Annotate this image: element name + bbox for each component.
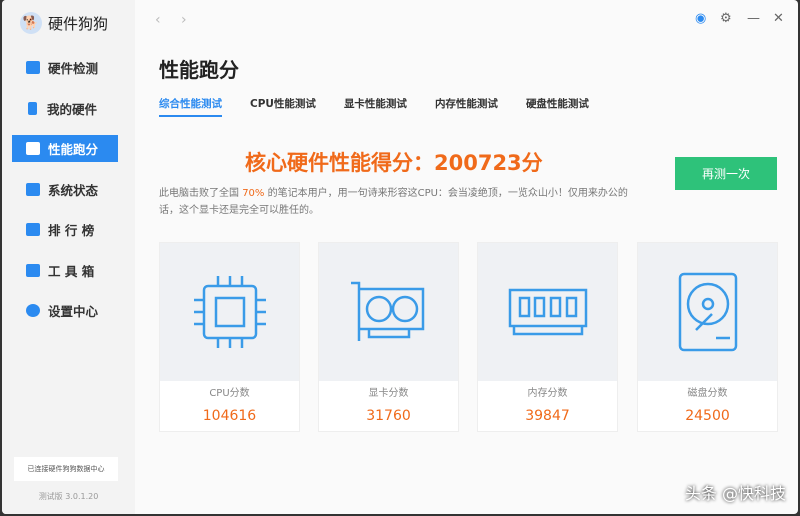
memory-icon: [508, 288, 587, 336]
card-label: 显卡分数: [368, 388, 409, 399]
forward-icon[interactable]: ›: [181, 12, 187, 28]
disk-score-card: 磁盘分数 24500: [637, 242, 778, 432]
connection-status: 已连接硬件狗狗数据中心: [14, 457, 118, 481]
page-title: 性能跑分: [159, 58, 239, 82]
card-value: 104616: [202, 408, 257, 424]
tab-cpu[interactable]: CPU性能测试: [250, 96, 316, 117]
sidebar-item-label: 硬件检测: [48, 61, 99, 76]
sidebar-item-label: 排 行 榜: [48, 223, 95, 238]
bar-chart-icon: [26, 223, 40, 236]
sidebar-item-benchmark[interactable]: 性能跑分: [12, 135, 118, 162]
user-icon[interactable]: ◉: [695, 11, 706, 26]
version-label: 测试版 3.0.1.20: [38, 492, 99, 501]
card-label: 磁盘分数: [687, 388, 728, 399]
gpu-icon: [350, 281, 424, 341]
tab-overall[interactable]: 综合性能测试: [159, 96, 222, 117]
gear-icon: [26, 304, 40, 317]
sidebar-item-system-status[interactable]: 系统状态: [12, 176, 118, 203]
retest-button[interactable]: 再测一次: [675, 157, 777, 190]
sidebar-item-label: 系统状态: [48, 182, 99, 198]
monitor-pulse-icon: [26, 182, 40, 196]
desc-percent: 70%: [242, 188, 265, 199]
sidebar-item-settings[interactable]: 设置中心: [12, 297, 118, 324]
sidebar-item-ranking[interactable]: 排 行 榜: [12, 216, 118, 243]
cpu-icon: [193, 276, 266, 348]
gpu-score-card: 显卡分数 31760: [318, 242, 459, 432]
sidebar-item-my-hardware[interactable]: 我的硬件: [12, 95, 118, 122]
toolbox-icon: [26, 263, 40, 277]
back-icon[interactable]: ‹: [155, 12, 161, 28]
tab-disk[interactable]: 硬盘性能测试: [526, 96, 589, 117]
total-score: 核心硬件性能得分：200723分: [245, 151, 543, 175]
desc-text: 此电脑击败了全国: [159, 188, 243, 199]
sidebar-item-label: 工 具 箱: [48, 263, 95, 279]
card-value: 39847: [525, 408, 570, 424]
app-window: 🐕 硬件狗狗 硬件检测 我的硬件 性能跑分 系统状态 排 行 榜 工 具 箱 设置…: [2, 0, 798, 514]
close-icon[interactable]: ✕: [773, 11, 784, 26]
card-value: 31760: [366, 408, 411, 424]
card-value: 24500: [685, 408, 730, 424]
tab-memory[interactable]: 内存性能测试: [435, 96, 498, 117]
hard-disk-icon: [678, 272, 737, 352]
monitor-search-icon: [26, 61, 40, 74]
sidebar-item-hardware-detect[interactable]: 硬件检测: [12, 54, 118, 81]
sidebar-item-label: 性能跑分: [48, 142, 99, 157]
app-title: 硬件狗狗: [48, 14, 109, 33]
minimize-icon[interactable]: —: [747, 11, 760, 26]
tab-gpu[interactable]: 显卡性能测试: [344, 96, 407, 117]
laptop-bolt-icon: [26, 142, 40, 155]
sidebar: 🐕 硬件狗狗 硬件检测 我的硬件 性能跑分 系统状态 排 行 榜 工 具 箱 设置…: [2, 0, 135, 514]
dog-icon: 🐕: [20, 12, 42, 34]
memory-score-card: 内存分数 39847: [477, 242, 618, 432]
cpu-score-card: CPU分数 104616: [159, 242, 300, 432]
watermark: 头条 @快科技: [684, 484, 786, 503]
card-label: 内存分数: [527, 388, 568, 399]
sidebar-item-label: 我的硬件: [47, 101, 98, 117]
sidebar-item-toolbox[interactable]: 工 具 箱: [12, 257, 118, 284]
pc-tower-icon: [28, 101, 37, 115]
card-label: CPU分数: [209, 388, 250, 399]
gear-icon[interactable]: ⚙: [720, 11, 732, 26]
app-logo: 🐕 硬件狗狗: [20, 12, 108, 34]
score-description: 此电脑击败了全国 70% 的笔记本用户，用一句诗来形容这CPU：会当凌绝顶，一览…: [159, 185, 639, 219]
sidebar-item-label: 设置中心: [48, 304, 99, 319]
main-content: ‹ › ◉ ⚙ — ✕ 性能跑分 综合性能测试 CPU性能测试 显卡性能测试 内…: [135, 0, 798, 514]
